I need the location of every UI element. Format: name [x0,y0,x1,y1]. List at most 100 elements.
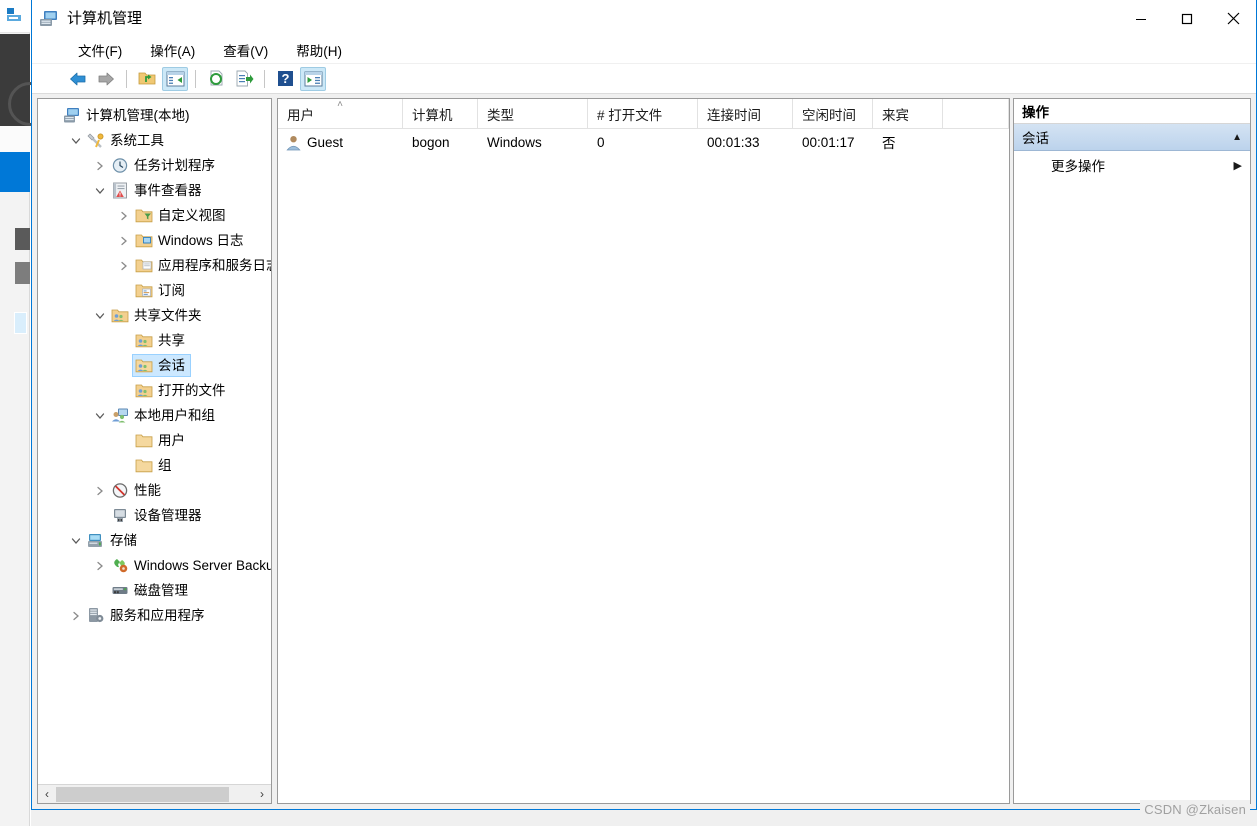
tree-node-2[interactable]: 任务计划程序 [38,153,271,178]
list-rows[interactable]: Guest bogon Windows 0 00:01:33 00:01:17 否 [278,129,1009,803]
actions-group-sessions[interactable]: 会话 ▲ [1014,124,1250,151]
menu-help[interactable]: 帮助(H) [286,37,352,63]
tree-node-content[interactable]: 计算机管理(本地) [60,104,196,127]
column-header-c-conn[interactable]: 连接时间 [698,99,793,128]
cell-text: 00:01:33 [707,134,760,150]
chevron-down-icon[interactable] [92,408,108,424]
column-header-c-comp[interactable]: 计算机 [403,99,478,128]
window-titlebar[interactable]: 计算机管理 [32,0,1256,37]
tree-node-content[interactable]: 磁盘管理 [108,579,194,602]
chevron-down-icon[interactable] [92,183,108,199]
column-header-c-guest[interactable]: 来宾 [873,99,943,128]
shares-icon [135,332,153,349]
user-icon [285,134,302,151]
tree-node-content[interactable]: 会话 [132,354,191,377]
column-header-c-type[interactable]: 类型 [478,99,588,128]
chevron-right-icon[interactable] [92,483,108,499]
tree-node-12[interactable]: 本地用户和组 [38,403,271,428]
tree-node-0[interactable]: 计算机管理(本地) [38,103,271,128]
chevron-right-icon[interactable] [92,158,108,174]
server-manager-icon [7,8,21,21]
chevron-right-icon[interactable] [116,233,132,249]
show-hide-tree-button[interactable] [162,66,188,91]
scroll-left-arrow-icon[interactable]: ‹ [38,785,56,803]
tree-node-11[interactable]: 打开的文件 [38,378,271,403]
chevron-up-icon[interactable]: ▲ [1232,132,1242,143]
tree-node-13[interactable]: 用户 [38,428,271,453]
help-button[interactable]: ? [272,67,298,91]
tree-node-20[interactable]: 服务和应用程序 [38,603,271,628]
chevron-right-icon[interactable] [116,208,132,224]
tree-node-content[interactable]: 自定义视图 [132,204,232,227]
tree-node-content[interactable]: 组 [132,454,178,477]
tree-node-content[interactable]: 系统工具 [84,129,170,152]
tree-node-content[interactable]: Windows 日志 [132,229,250,252]
menu-view[interactable]: 查看(V) [213,37,278,63]
chevron-down-icon[interactable] [68,533,84,549]
tree-node-7[interactable]: 订阅 [38,278,271,303]
table-row[interactable]: Guest bogon Windows 0 00:01:33 00:01:17 否 [278,129,1009,155]
tree-node-content[interactable]: 服务和应用程序 [84,604,211,627]
tree-node-content[interactable]: 打开的文件 [132,379,232,402]
tree-node-content[interactable]: 订阅 [132,279,191,302]
back-button[interactable] [65,67,91,91]
tree-node-9[interactable]: 共享 [38,328,271,353]
chevron-down-icon[interactable] [92,308,108,324]
tree-node-content[interactable]: 存储 [84,529,143,552]
tree-node-17[interactable]: 存储 [38,528,271,553]
column-header-c-open[interactable]: # 打开文件 [588,99,698,128]
chevron-down-icon[interactable] [68,133,84,149]
scroll-right-arrow-icon[interactable]: › [253,785,271,803]
custom-views-folder-icon [135,207,153,224]
minimize-icon [1136,18,1146,20]
tree-node-content[interactable]: 共享 [132,329,191,352]
tree-node-3[interactable]: 事件查看器 [38,178,271,203]
close-button[interactable] [1210,0,1256,37]
tree-node-8[interactable]: 共享文件夹 [38,303,271,328]
tree-node-content[interactable]: 设备管理器 [108,504,208,527]
menu-file[interactable]: 文件(F) [68,37,132,63]
minimize-button[interactable] [1118,0,1164,37]
more-actions-label: 更多操作 [1051,159,1105,174]
show-hide-action-pane-button[interactable] [300,66,326,91]
menu-action[interactable]: 操作(A) [140,37,205,63]
scrollbar-thumb[interactable] [56,786,229,802]
tree-node-15[interactable]: 性能 [38,478,271,503]
tree-node-14[interactable]: 组 [38,453,271,478]
event-viewer-icon [111,182,129,199]
tree-node-10[interactable]: 会话 [38,353,271,378]
up-one-level-button[interactable] [134,67,160,91]
tree-node-content[interactable]: 用户 [132,429,191,452]
background-document-icon [14,312,27,334]
scrollbar-track[interactable] [56,785,253,803]
tree-node-5[interactable]: Windows 日志 [38,228,271,253]
column-header-c-idle[interactable]: 空闲时间 [793,99,873,128]
maximize-button[interactable] [1164,0,1210,37]
tree-node-content[interactable]: Windows Server Backup [108,554,271,577]
tree-node-19[interactable]: 磁盘管理 [38,578,271,603]
chevron-right-icon[interactable] [68,608,84,624]
column-header-c-user[interactable]: ˄ 用户 [278,99,403,128]
tree-node-1[interactable]: 系统工具 [38,128,271,153]
more-actions-item[interactable]: 更多操作 ▶ [1014,151,1250,179]
console-tree[interactable]: 计算机管理(本地) 系统工具 任务计划程序 事件查看器 自定义视图 Windows 日志应… [38,99,271,784]
tree-node-content[interactable]: 本地用户和组 [108,404,221,427]
tree-node-content[interactable]: 事件查看器 [108,179,208,202]
watermark: CSDN @Zkaisen [1140,800,1250,819]
chevron-right-icon[interactable] [92,558,108,574]
tree-node-6[interactable]: 应用程序和服务日志 [38,253,271,278]
tree-node-18[interactable]: Windows Server Backup [38,553,271,578]
tree-node-4[interactable]: 自定义视图 [38,203,271,228]
forward-button[interactable] [93,67,119,91]
tree-node-16[interactable]: 设备管理器 [38,503,271,528]
export-list-button[interactable] [231,67,257,91]
folder-up-icon [138,72,156,85]
cell-text: 00:01:17 [802,134,855,150]
chevron-right-icon[interactable] [116,258,132,274]
tree-node-content[interactable]: 性能 [108,479,167,502]
tree-node-content[interactable]: 共享文件夹 [108,304,208,327]
tree-horizontal-scrollbar[interactable]: ‹ › [38,784,271,803]
tree-node-content[interactable]: 应用程序和服务日志 [132,254,271,277]
refresh-button[interactable] [203,67,229,91]
tree-node-content[interactable]: 任务计划程序 [108,154,221,177]
